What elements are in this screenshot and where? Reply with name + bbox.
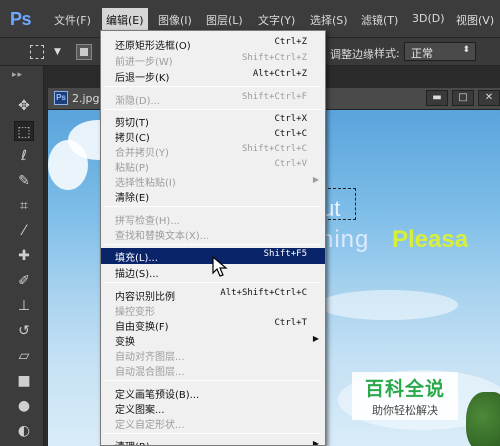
menu-item-define-pattern[interactable]: 定义图案... — [101, 400, 325, 416]
menu-item-paste[interactable]: 粘贴(P) Ctrl+V — [101, 158, 325, 174]
menu-view[interactable]: 视图(V) — [456, 12, 494, 28]
menu-image[interactable]: 图像(I) — [158, 12, 192, 28]
submenu-arrow-icon: ▶ — [312, 175, 319, 184]
document-ps-icon: Ps — [54, 91, 68, 105]
submenu-arrow-icon: ▶ — [312, 334, 319, 343]
menu-item-step-forward[interactable]: 前进一步(W) Shift+Ctrl+Z — [101, 52, 325, 68]
menu-separator — [105, 206, 321, 207]
watermark-logo: 百科全说 助你轻松解决 — [352, 372, 458, 420]
menu-item-puppet-warp[interactable]: 操控变形 — [101, 302, 325, 318]
edit-menu-dropdown: 还原矩形选框(O) Ctrl+Z 前进一步(W) Shift+Ctrl+Z 后退一步… — [100, 30, 326, 446]
menu-item-copy[interactable]: 拷贝(C) Ctrl+C — [101, 128, 325, 144]
menu-item-define-shape[interactable]: 定义自定形状... — [101, 415, 325, 431]
menu-file[interactable]: 文件(F) — [54, 12, 91, 28]
brush-icon[interactable]: ✐ — [14, 271, 34, 291]
menu-separator — [105, 433, 321, 434]
menu-item-auto-blend-layers[interactable]: 自动混合图层... — [101, 362, 325, 378]
crop-icon[interactable]: ⌗ — [14, 196, 34, 216]
panel-grip-icon[interactable]: ▸▸ — [12, 70, 23, 80]
menu-layer[interactable]: 图层(L) — [206, 12, 243, 28]
menu-separator — [105, 282, 321, 283]
photoshop-logo: Ps — [10, 9, 32, 29]
menu-item-fade[interactable]: 渐隐(D)... Shift+Ctrl+F — [101, 91, 325, 107]
lasso-icon[interactable]: ℓ — [14, 146, 34, 166]
menu-item-step-backward[interactable]: 后退一步(K) Alt+Ctrl+Z — [101, 68, 325, 84]
menu-separator — [105, 109, 321, 110]
blur-icon[interactable]: ● — [14, 396, 34, 416]
menu-item-find-replace[interactable]: 查找和替换文本(X)... — [101, 226, 325, 242]
submenu-arrow-icon: ▶ — [312, 439, 319, 446]
marquee-icon[interactable]: ⬚ — [14, 121, 34, 141]
healing-brush-icon[interactable]: ✚ — [14, 246, 34, 266]
gradient-icon[interactable]: ■ — [14, 371, 34, 391]
menu-item-define-brush[interactable]: 定义画笔预设(B)... — [101, 385, 325, 401]
canvas-text: Pleasa — [392, 226, 469, 253]
maximize-icon[interactable]: □ — [452, 90, 474, 106]
watermark-subtitle: 助你轻松解决 — [372, 404, 438, 417]
minimize-icon[interactable]: ▬ — [426, 90, 448, 106]
chevron-down-icon[interactable]: ▼ — [54, 47, 61, 57]
eraser-icon[interactable]: ▱ — [14, 346, 34, 366]
menu-item-purge[interactable]: 清理(R)▶ — [101, 437, 325, 446]
menu-type[interactable]: 文字(Y) — [258, 12, 295, 28]
menu-item-auto-align-layers[interactable]: 自动对齐图层... — [101, 347, 325, 363]
menu-item-content-aware-scale[interactable]: 内容识别比例 Alt+Shift+Ctrl+C — [101, 287, 325, 303]
menu-3d[interactable]: 3D(D) — [412, 12, 445, 25]
new-selection-icon[interactable] — [76, 44, 92, 60]
menu-separator — [105, 380, 321, 381]
refine-edge-button[interactable]: 调整边缘 — [330, 46, 374, 62]
tree-image — [466, 392, 500, 446]
menu-separator — [105, 244, 321, 245]
menu-item-spell-check[interactable]: 拼写检查(H)... — [101, 211, 325, 227]
menu-item-copy-merged[interactable]: 合并拷贝(Y) Shift+Ctrl+C — [101, 143, 325, 159]
marquee-preset-icon[interactable] — [30, 45, 44, 59]
canvas-text: ning — [320, 226, 370, 253]
menu-item-undo[interactable]: 还原矩形选框(O) Ctrl+Z — [101, 36, 325, 52]
document-tab[interactable]: 2.jpg — [72, 92, 100, 105]
close-icon[interactable]: ✕ — [478, 90, 500, 106]
menu-item-clear[interactable]: 清除(E) — [101, 188, 325, 204]
style-label: 样式: — [374, 47, 400, 60]
menu-item-paste-special[interactable]: 选择性粘贴(I) ▶ — [101, 173, 325, 189]
dodge-icon[interactable]: ◐ — [14, 421, 34, 441]
menu-item-cut[interactable]: 剪切(T) Ctrl+X — [101, 113, 325, 129]
chevron-updown-icon: ⬍ — [462, 45, 470, 55]
style-select[interactable]: 正常 ⬍ — [404, 42, 476, 61]
menu-item-transform[interactable]: 变换 ▶ — [101, 332, 325, 348]
eyedropper-icon[interactable]: ⁄ — [14, 221, 34, 241]
menu-filter[interactable]: 滤镜(T) — [361, 12, 398, 28]
cloud — [318, 290, 458, 320]
quick-select-icon[interactable]: ✎ — [14, 171, 34, 191]
style-value: 正常 — [411, 47, 433, 60]
menu-edit[interactable]: 编辑(E) — [102, 8, 148, 30]
move-icon[interactable]: ✥ — [14, 96, 34, 116]
menu-separator — [105, 86, 321, 87]
history-brush-icon[interactable]: ↺ — [14, 321, 34, 341]
clone-stamp-icon[interactable]: ⊥ — [14, 296, 34, 316]
cloud — [48, 140, 88, 190]
mouse-cursor-icon — [212, 256, 228, 277]
menu-item-free-transform[interactable]: 自由变换(F) Ctrl+T — [101, 317, 325, 333]
watermark-title: 百科全说 — [364, 378, 445, 400]
menu-select[interactable]: 选择(S) — [310, 12, 348, 28]
